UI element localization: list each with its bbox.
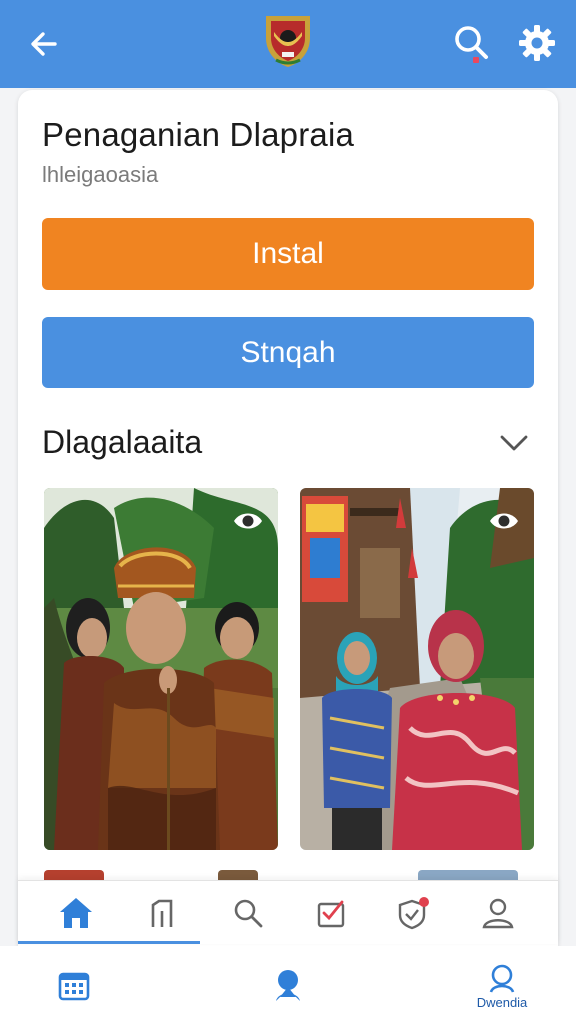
search-button[interactable]: [448, 20, 494, 66]
home-icon: [60, 898, 92, 928]
profile-search-icon: [489, 964, 515, 993]
gallery-expand-button[interactable]: [494, 426, 534, 460]
search-icon: [455, 26, 488, 63]
tab-notifications[interactable]: [390, 889, 438, 937]
active-tab-indicator: [18, 941, 200, 944]
search-icon: [234, 899, 263, 928]
shield-badge-icon: [398, 897, 429, 930]
app-detail-card: Penaganian Dlapraia lhleigaoasia Instal …: [18, 90, 558, 970]
tab-building[interactable]: [140, 889, 188, 937]
photo-group-in-batik: [44, 488, 278, 850]
tab-tasks[interactable]: [308, 889, 356, 937]
back-button[interactable]: [22, 22, 66, 66]
gallery-photo[interactable]: [300, 488, 534, 850]
top-app-bar: [0, 0, 576, 88]
tab-profile[interactable]: [474, 889, 522, 937]
arrow-left-icon: [31, 32, 57, 56]
category-tab-bar: [18, 880, 558, 944]
user-icon: [482, 898, 514, 929]
building-icon: [151, 899, 173, 927]
install-button[interactable]: Instal: [42, 218, 534, 290]
bottom-nav-location[interactable]: [264, 960, 312, 1012]
calendar-grid-icon: [58, 972, 90, 1001]
bottom-navigation: Dwendia: [0, 946, 576, 1024]
garuda-emblem-logo: [262, 14, 314, 68]
eye-icon[interactable]: [232, 508, 264, 534]
bottom-nav-calendar[interactable]: [50, 960, 98, 1012]
chevron-down-icon: [500, 435, 528, 451]
app-subtitle: lhleigaoasia: [42, 162, 159, 187]
gallery-section-title: Dlagalaaita: [42, 424, 203, 460]
app-title: Penaganian Dlapraia: [42, 116, 355, 153]
checklist-icon: [317, 900, 345, 928]
bottom-nav-profile[interactable]: Dwendia: [460, 960, 544, 1012]
eye-icon[interactable]: [488, 508, 520, 534]
photo-two-women-street: [300, 488, 534, 850]
location-person-icon: [276, 970, 300, 1001]
tab-search[interactable]: [224, 889, 272, 937]
gallery-photo[interactable]: [44, 488, 278, 850]
tab-home[interactable]: [52, 889, 100, 937]
bottom-nav-label: Dwendia: [476, 994, 528, 1010]
gear-icon: [519, 25, 555, 61]
settings-button[interactable]: [514, 20, 560, 66]
secondary-action-button[interactable]: Stnqah: [42, 317, 534, 388]
